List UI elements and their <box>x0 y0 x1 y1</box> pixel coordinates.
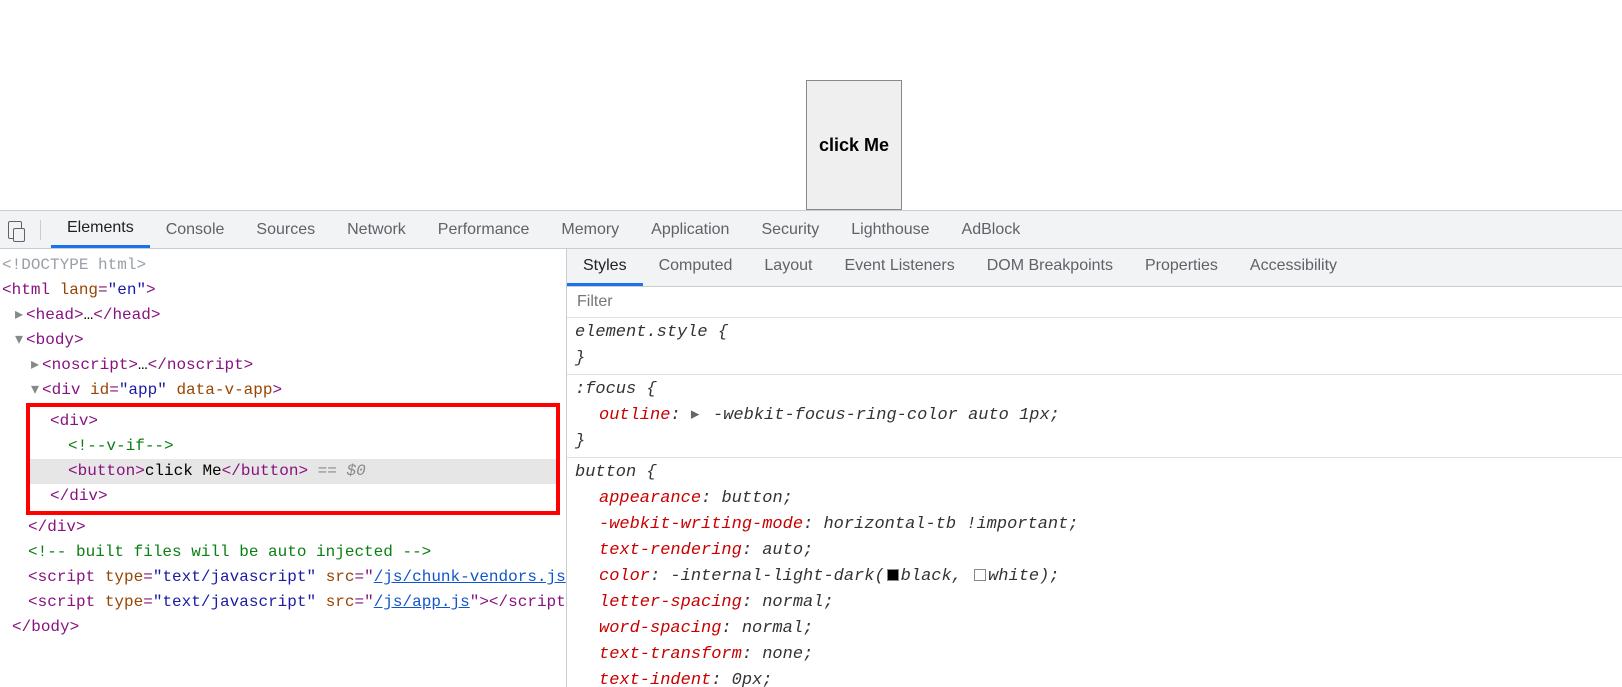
subtab-properties[interactable]: Properties <box>1129 249 1234 286</box>
dom-head[interactable]: ▸<head>…</head> <box>0 303 566 328</box>
rule-element-style-close: } <box>575 346 1614 372</box>
dom-noscript[interactable]: ▸<noscript>…</noscript> <box>0 353 566 378</box>
rule-element-style[interactable]: element.style { <box>575 320 1614 346</box>
subtab-dom-breakpoints[interactable]: DOM Breakpoints <box>971 249 1129 286</box>
dom-button-node[interactable]: <button>click Me</button> == $0 <box>30 459 556 484</box>
tab-adblock[interactable]: AdBlock <box>946 213 1037 247</box>
tab-console[interactable]: Console <box>150 213 241 247</box>
dom-built-comment[interactable]: <!-- built files will be auto injected -… <box>0 540 566 565</box>
page-viewport: click Me <box>0 0 1622 210</box>
elements-dom-tree[interactable]: <!DOCTYPE html> <html lang="en"> ▸<head>… <box>0 249 567 687</box>
dom-script1[interactable]: <script type="text/javascript" src="/js/… <box>0 565 566 590</box>
swatch-black-icon[interactable] <box>887 569 899 581</box>
dom-inner-div-close[interactable]: </div> <box>30 484 556 509</box>
device-toggle-icon[interactable] <box>0 221 30 239</box>
tab-performance[interactable]: Performance <box>422 213 546 247</box>
swatch-white-icon[interactable] <box>974 569 986 581</box>
subtab-styles[interactable]: Styles <box>567 249 643 286</box>
click-me-button[interactable]: click Me <box>806 80 902 210</box>
styles-filter-row <box>567 287 1622 318</box>
decl-outline[interactable]: outline: ▸ -webkit-focus-ring-color auto… <box>575 403 1614 429</box>
decl-color[interactable]: color: -internal-light-dark(black, white… <box>575 564 1614 590</box>
dom-inner-div-open[interactable]: <div> <box>30 409 556 434</box>
tab-lighthouse[interactable]: Lighthouse <box>835 213 945 247</box>
styles-rules[interactable]: element.style { } :focus { outline: ▸ -w… <box>567 318 1622 687</box>
tab-sources[interactable]: Sources <box>240 213 331 247</box>
subtab-layout[interactable]: Layout <box>748 249 828 286</box>
toolbar-divider <box>40 220 41 240</box>
styles-filter-input[interactable] <box>577 293 1612 311</box>
highlight-box: <div> <!--v-if--> <button>click Me</butt… <box>26 403 560 515</box>
dom-body-close[interactable]: </body> <box>0 615 566 640</box>
tab-network[interactable]: Network <box>331 213 422 247</box>
dom-app-div-close[interactable]: </div> <box>0 515 566 540</box>
tab-elements[interactable]: Elements <box>51 211 150 248</box>
styles-subtabs: Styles Computed Layout Event Listeners D… <box>567 249 1622 287</box>
devtools: Elements Console Sources Network Perform… <box>0 210 1622 687</box>
rule-button[interactable]: button { <box>575 460 1614 486</box>
decl-text-transform[interactable]: text-transform: none; <box>575 642 1614 668</box>
dom-html-open[interactable]: <html lang="en"> <box>0 278 566 303</box>
subtab-event-listeners[interactable]: Event Listeners <box>828 249 970 286</box>
subtab-accessibility[interactable]: Accessibility <box>1234 249 1353 286</box>
decl-letter-spacing[interactable]: letter-spacing: normal; <box>575 590 1614 616</box>
decl-appearance[interactable]: appearance: button; <box>575 486 1614 512</box>
tab-application[interactable]: Application <box>635 213 745 247</box>
rule-focus-close: } <box>575 429 1614 455</box>
tab-security[interactable]: Security <box>745 213 835 247</box>
dom-body-open[interactable]: ▾<body> <box>0 328 566 353</box>
tab-memory[interactable]: Memory <box>545 213 635 247</box>
decl-word-spacing[interactable]: word-spacing: normal; <box>575 616 1614 642</box>
dom-doctype[interactable]: <!DOCTYPE html> <box>0 253 566 278</box>
subtab-computed[interactable]: Computed <box>643 249 749 286</box>
rule-focus[interactable]: :focus { <box>575 377 1614 403</box>
decl-writing-mode[interactable]: -webkit-writing-mode: horizontal-tb !imp… <box>575 512 1614 538</box>
devtools-toolbar: Elements Console Sources Network Perform… <box>0 211 1622 249</box>
dom-app-div[interactable]: ▾<div id="app" data-v-app> <box>0 378 566 403</box>
dom-script2[interactable]: <script type="text/javascript" src="/js/… <box>0 590 566 615</box>
styles-pane: Styles Computed Layout Event Listeners D… <box>567 249 1622 687</box>
decl-text-indent[interactable]: text-indent: 0px; <box>575 668 1614 687</box>
decl-text-rendering[interactable]: text-rendering: auto; <box>575 538 1614 564</box>
dom-vif-comment[interactable]: <!--v-if--> <box>30 434 556 459</box>
